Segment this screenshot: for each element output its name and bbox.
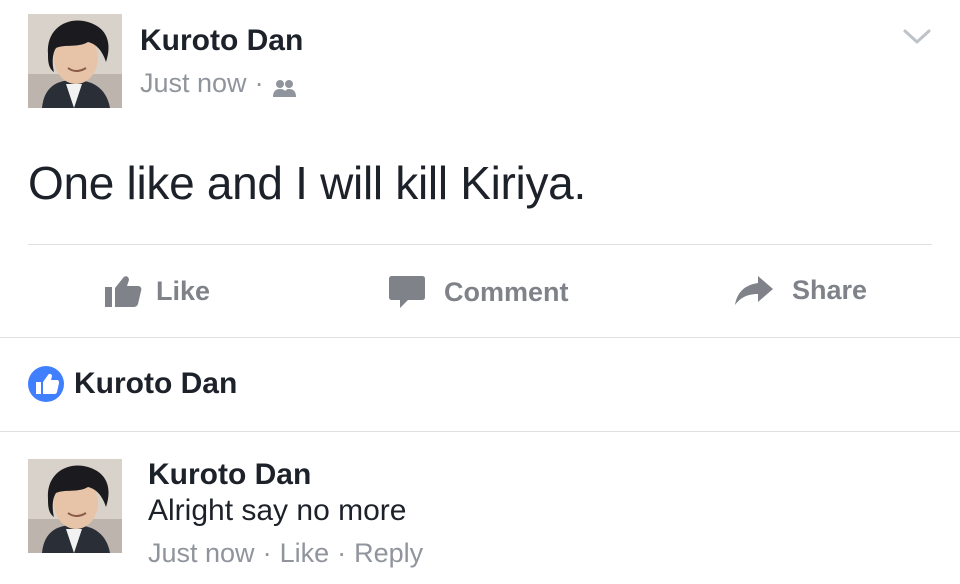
- comment-like-link[interactable]: Like: [280, 538, 330, 569]
- comment-timestamp[interactable]: Just now: [148, 538, 255, 569]
- likes-summary[interactable]: Kuroto Dan: [28, 366, 237, 402]
- thumbs-up-icon: [104, 274, 142, 308]
- avatar-photo: [28, 14, 122, 108]
- post-body-text: One like and I will kill Kiriya.: [28, 157, 586, 209]
- comment-meta: Just now · Like · Reply: [148, 538, 423, 569]
- likes-names: Kuroto Dan: [74, 367, 238, 400]
- meta-separator: ·: [254, 68, 264, 98]
- friends-icon[interactable]: [272, 74, 298, 97]
- comment-separator-2: ·: [337, 538, 347, 568]
- actions-divider: [0, 337, 960, 338]
- like-badge-icon: [28, 366, 64, 402]
- comment-author-avatar[interactable]: [28, 459, 122, 553]
- post-timestamp[interactable]: Just now: [140, 68, 247, 99]
- like-label: Like: [156, 275, 211, 306]
- post-author-name[interactable]: Kuroto Dan: [140, 24, 303, 58]
- post-divider: [28, 244, 932, 245]
- post-meta: Just now ·: [140, 68, 298, 99]
- comment-separator-1: ·: [262, 538, 272, 568]
- chevron-down-icon[interactable]: [902, 26, 932, 48]
- share-button[interactable]: Share: [734, 274, 867, 306]
- comment-reply-link[interactable]: Reply: [354, 538, 423, 569]
- like-button[interactable]: Like: [104, 274, 210, 308]
- comment-author-name[interactable]: Kuroto Dan: [148, 458, 311, 492]
- comment-button[interactable]: Comment: [388, 274, 569, 310]
- speech-bubble-icon: [388, 274, 426, 310]
- share-label: Share: [792, 274, 868, 305]
- comment-text: Alright say no more: [148, 494, 407, 527]
- comment-label: Comment: [444, 276, 569, 307]
- author-avatar[interactable]: [28, 14, 122, 108]
- avatar-photo: [28, 459, 122, 553]
- share-arrow-icon: [734, 274, 774, 306]
- likes-divider: [0, 431, 960, 432]
